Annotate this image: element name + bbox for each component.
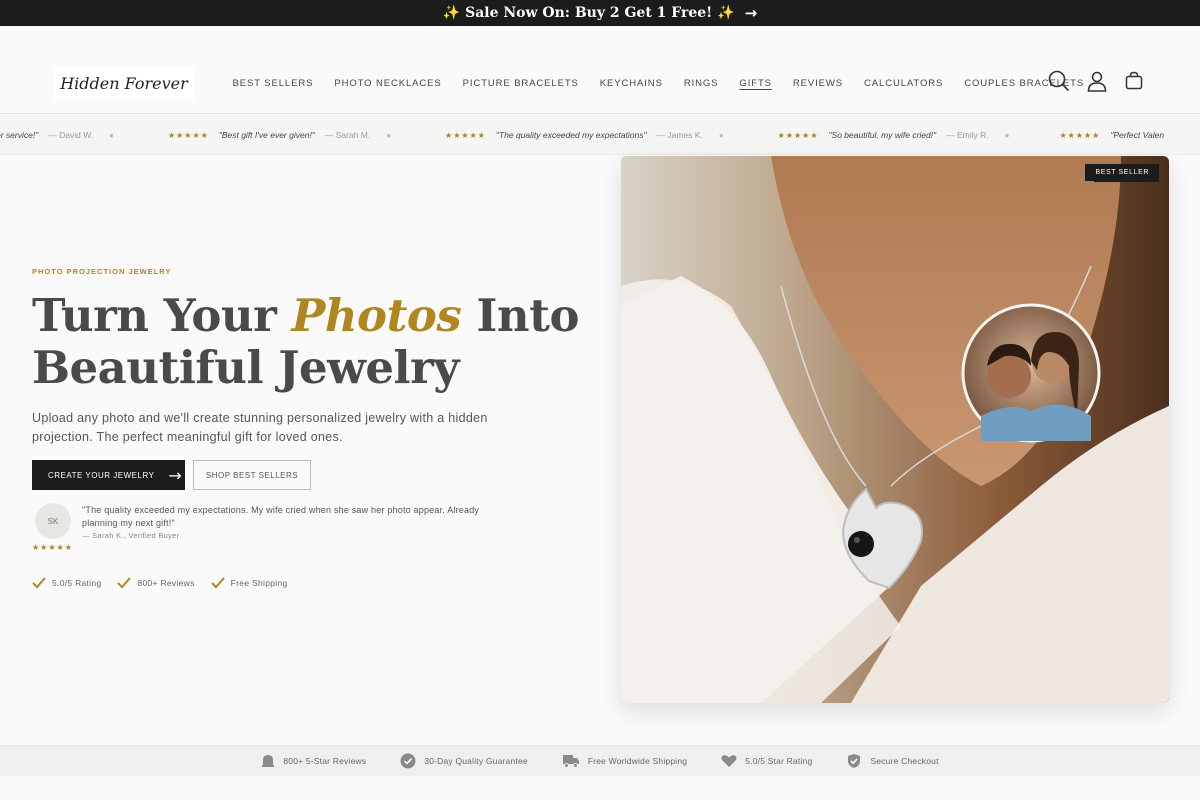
- best-seller-badge: BEST SELLER: [1085, 164, 1159, 181]
- nav-item-photo-necklaces[interactable]: PHOTO NECKLACES: [324, 78, 452, 89]
- truck-icon: [562, 755, 579, 768]
- hero-product-image[interactable]: BEST SELLER: [621, 156, 1169, 703]
- arrow-right-icon[interactable]: →: [745, 4, 758, 22]
- ticker-item: er service!" — David W. ●: [0, 130, 114, 140]
- trust-label: 800+ 5-Star Reviews: [283, 756, 367, 766]
- headline-part2: Into: [461, 289, 579, 342]
- trust-label: Free Worldwide Shipping: [587, 756, 688, 766]
- badge-label: 800+ Reviews: [137, 578, 195, 588]
- nav-item-best-sellers[interactable]: BEST SELLERS: [222, 78, 324, 89]
- trust-item-shipping: Free Worldwide Shipping: [562, 753, 687, 769]
- hero-subtext: Upload any photo and we'll create stunni…: [32, 411, 488, 444]
- create-jewelry-button[interactable]: CREATE YOUR JEWELRY →: [32, 460, 185, 490]
- nav-item-gifts[interactable]: GIFTS: [729, 78, 782, 89]
- arrow-right-icon: →: [168, 465, 183, 485]
- nav-item-rings[interactable]: RINGS: [673, 78, 729, 89]
- star-rating: ★★★★★: [777, 130, 819, 140]
- ticker-track: er service!" — David W. ● ★★★★★ "Best gi…: [0, 115, 1200, 154]
- logo-text: Hidden Forever: [60, 73, 188, 93]
- trust-item-reviews: 800+ 5-Star Reviews: [261, 754, 366, 768]
- nav-item-calculators[interactable]: CALCULATORS: [854, 78, 954, 89]
- check-circle-icon: [400, 753, 416, 769]
- trust-item-checkout: Secure Checkout: [846, 753, 938, 769]
- testimonial-quote: "The quality exceeded my expectations. M…: [82, 505, 480, 528]
- ticker-author: — James K.: [656, 130, 703, 140]
- ticker-quote: "Perfect Valen: [1110, 130, 1165, 140]
- star-rating: ★★★★★: [445, 130, 486, 140]
- checkmark-icon: [210, 577, 225, 589]
- headline-part1: Turn Your: [32, 289, 292, 342]
- star-rating: ★★★★★: [32, 543, 73, 552]
- create-jewelry-label: CREATE YOUR JEWELRY: [48, 470, 155, 480]
- main-nav: BEST SELLERS PHOTO NECKLACES PICTURE BRA…: [222, 78, 1095, 89]
- ticker-author: — Emily R.: [946, 130, 989, 140]
- announcement-bar[interactable]: ✨ Sale Now On: Buy 2 Get 1 Free! ✨ →: [0, 0, 1200, 26]
- trust-label: Secure Checkout: [870, 756, 939, 766]
- ticker-dot-icon: ●: [1004, 130, 1010, 140]
- checkmark-icon: [32, 577, 46, 589]
- ticker-dot-icon: ●: [718, 130, 724, 140]
- cart-icon[interactable]: [1124, 71, 1144, 91]
- necklace-photo: [621, 156, 1169, 703]
- badge-shipping: Free Shipping: [210, 577, 288, 589]
- ticker-quote: er service!": [0, 130, 39, 140]
- headline-accent: Photos: [291, 289, 462, 342]
- hero-headline: Turn Your Photos Into Beautiful Jewelry: [32, 290, 592, 394]
- trust-bar: 800+ 5-Star Reviews 30-Day Quality Guara…: [0, 745, 1200, 776]
- badge-rating: 5.0/5 Rating: [32, 577, 101, 589]
- announcement-text: ✨ Sale Now On: Buy 2 Get 1 Free! ✨: [442, 5, 735, 21]
- badge-label: 5.0/5 Rating: [52, 578, 102, 588]
- search-icon[interactable]: [1048, 70, 1070, 92]
- logo[interactable]: Hidden Forever: [54, 66, 194, 100]
- ticker-quote: "Best gift I've ever given!": [218, 130, 315, 140]
- ticker-item: ★★★★★ "Best gift I've ever given!" — Sar…: [168, 130, 391, 140]
- ticker-item: ★★★★★ "So beautiful, my wife cried!" — E…: [778, 130, 1010, 140]
- trust-item-rating: 5.0/5 Star Rating: [721, 754, 812, 768]
- ticker-item: ★★★★★ "Perfect Valen: [1059, 130, 1164, 140]
- star-rating: ★★★★★: [1059, 130, 1101, 140]
- badge-label: Free Shipping: [230, 578, 288, 588]
- ticker-dot-icon: ●: [386, 130, 392, 140]
- ticker-dot-icon: ●: [109, 130, 114, 140]
- headline-line2: Beautiful Jewelry: [32, 341, 460, 394]
- header-icons: [1048, 70, 1144, 92]
- account-icon[interactable]: [1086, 70, 1108, 92]
- nav-item-picture-bracelets[interactable]: PICTURE BRACELETS: [452, 78, 589, 89]
- site-header: Hidden Forever BEST SELLERS PHOTO NECKLA…: [0, 26, 1200, 114]
- ticker-item: ★★★★★ "The quality exceeded my expectati…: [445, 130, 724, 140]
- ticker-author: — David W.: [48, 130, 94, 140]
- nav-item-keychains[interactable]: KEYCHAINS: [589, 78, 673, 89]
- nav-item-reviews[interactable]: REVIEWS: [782, 78, 853, 89]
- ticker-quote: "The quality exceeded my expectations": [495, 130, 647, 140]
- ticker-author: — Sarah M.: [324, 130, 371, 140]
- trust-label: 5.0/5 Star Rating: [745, 756, 813, 766]
- trust-item-guarantee: 30-Day Quality Guarantee: [400, 753, 528, 769]
- checkmark-icon: [117, 577, 132, 589]
- badge-reviews: 800+ Reviews: [117, 577, 194, 589]
- hero-eyebrow: PHOTO PROJECTION JEWELRY: [32, 267, 172, 276]
- star-rating: ★★★★★: [167, 130, 209, 140]
- bell-icon: [262, 755, 275, 767]
- testimonial-author: — Sarah K., Verified Buyer: [82, 531, 180, 540]
- ticker-quote: "So beautiful, my wife cried!": [828, 130, 937, 140]
- heart-icon: [721, 755, 737, 767]
- trust-label: 30-Day Quality Guarantee: [424, 756, 528, 766]
- review-ticker: er service!" — David W. ● ★★★★★ "Best gi…: [0, 115, 1200, 155]
- shop-best-sellers-button[interactable]: SHOP BEST SELLERS: [193, 460, 311, 490]
- hero-badges: 5.0/5 Rating 800+ Reviews Free Shipping: [32, 577, 288, 589]
- shield-check-icon: [848, 754, 861, 768]
- avatar: SK: [35, 503, 71, 539]
